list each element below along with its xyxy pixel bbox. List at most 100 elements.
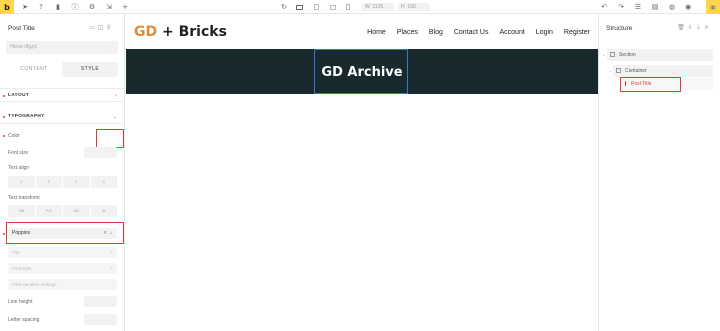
chevron-down-icon: ⌄ xyxy=(112,114,117,120)
templates-icon[interactable]: ▤ xyxy=(651,3,659,11)
nav-blog[interactable]: Blog xyxy=(429,29,443,36)
height-value: 100 xyxy=(407,4,416,10)
chevron-down-icon: ⌄ xyxy=(109,266,113,271)
mobile-icon[interactable] xyxy=(346,4,350,10)
site-logo[interactable]: GD + Bricks xyxy=(134,24,227,40)
container-icon xyxy=(616,68,621,73)
font-size-input[interactable] xyxy=(84,147,117,158)
font-style-select[interactable]: Font style ⌄ xyxy=(8,263,117,274)
tablet-portrait-icon[interactable] xyxy=(330,5,336,10)
color-highlight xyxy=(96,129,124,148)
tt-option[interactable]: a xyxy=(90,205,117,217)
structure-header-icons[interactable]: 🗑⇩⇣× xyxy=(677,24,712,31)
logo-text: + Bricks xyxy=(157,24,227,40)
font-weight-value: 700 xyxy=(12,250,20,255)
cursor-icon[interactable]: ➤ xyxy=(21,3,29,11)
undo-icon[interactable]: ↶ xyxy=(600,3,608,11)
info-icon[interactable]: ⓘ xyxy=(71,3,79,11)
bricks-logo[interactable]: b xyxy=(0,0,14,14)
settings-tabs: CONTENT STYLE xyxy=(6,62,118,77)
align-left-icon[interactable]: ≡ xyxy=(8,176,35,188)
post-title-element[interactable]: GD Archive xyxy=(314,49,408,94)
structure-title: Structure xyxy=(606,25,633,32)
modified-dot xyxy=(3,116,5,118)
caret-down-icon[interactable]: ⌄ xyxy=(602,52,605,57)
tab-style[interactable]: STYLE xyxy=(62,62,118,77)
font-style-value: Font style xyxy=(12,266,32,271)
modified-dot xyxy=(3,233,5,235)
section-layout[interactable]: LAYOUT › xyxy=(0,88,125,102)
redo-icon[interactable]: ↷ xyxy=(617,3,625,11)
structure-item-container[interactable]: Container xyxy=(613,65,713,77)
tt-option[interactable]: aa xyxy=(63,205,90,217)
help-icon[interactable]: ? xyxy=(37,3,45,11)
section-typography[interactable]: TYPOGRAPHY ⌄ xyxy=(0,110,125,124)
save-icon: ▣ xyxy=(710,4,716,11)
align-right-icon[interactable]: ≡ xyxy=(63,176,90,188)
chevron-right-icon: › xyxy=(114,93,117,99)
font-weight-select[interactable]: 700 ⌄ xyxy=(8,247,117,258)
site-nav: Home Places Blog Contact Us Account Logi… xyxy=(367,29,590,36)
nav-home[interactable]: Home xyxy=(367,29,386,36)
letter-spacing-input[interactable] xyxy=(84,314,117,325)
chevron-down-icon: ⌄ xyxy=(109,250,113,255)
structure-item-label: Container xyxy=(625,68,647,74)
layers-icon[interactable]: ☰ xyxy=(634,3,642,11)
caret-down-icon[interactable]: ⌄ xyxy=(609,68,612,73)
panel-header-icons[interactable]: ▭◫⚲ xyxy=(89,24,114,31)
logo-gd: GD xyxy=(134,24,158,40)
align-justify-icon[interactable]: ≡ xyxy=(90,176,117,188)
section-icon xyxy=(610,52,615,57)
line-height-input[interactable] xyxy=(84,296,117,307)
panel-title: Post Title xyxy=(8,25,35,32)
hero-section[interactable]: GD Archive xyxy=(126,49,598,94)
letter-spacing-label: Letter spacing xyxy=(8,317,40,323)
builder-toolbar: b ➤ ? ▮ ⓘ ⚙ ⇲ + ↻ W 1126 H 100 ↶ ↷ ☰ ▤ ◍… xyxy=(0,0,720,14)
nav-account[interactable]: Account xyxy=(499,29,524,36)
font-variation-input[interactable]: Font-variation-settings xyxy=(8,279,117,290)
structure-panel: Structure 🗑⇩⇣× ⌄ Section ⌄ Container Pos… xyxy=(598,14,720,331)
font-variation-placeholder: Font-variation-settings xyxy=(12,282,57,287)
nav-places[interactable]: Places xyxy=(397,29,418,36)
width-field[interactable]: W 1126 xyxy=(362,3,394,11)
section-typography-label: TYPOGRAPHY xyxy=(8,114,45,119)
tt-option[interactable]: Aa xyxy=(8,205,35,217)
modified-dot xyxy=(3,95,5,97)
modified-dot xyxy=(3,135,5,137)
plus-icon[interactable]: + xyxy=(121,3,129,11)
nav-register[interactable]: Register xyxy=(564,29,590,36)
save-button[interactable]: ▣ xyxy=(706,0,720,14)
element-settings-panel: Post Title ▭◫⚲ #brxe-dfgzjc CONTENT STYL… xyxy=(0,14,125,331)
text-transform-label: Text transform xyxy=(8,195,40,201)
text-align-label: Text align xyxy=(8,165,30,171)
width-label: W xyxy=(365,4,370,10)
builder-canvas[interactable]: GD + Bricks Home Places Blog Contact Us … xyxy=(126,14,598,331)
tablet-landscape-icon[interactable] xyxy=(314,4,319,10)
css-id-field[interactable]: #brxe-dfgzjc xyxy=(6,41,118,54)
section-layout-label: LAYOUT xyxy=(8,93,30,98)
wordpress-icon[interactable]: ◍ xyxy=(668,3,676,11)
tt-option[interactable]: AA xyxy=(35,205,62,217)
nav-contact[interactable]: Contact Us xyxy=(454,29,489,36)
height-label: H xyxy=(401,4,405,10)
post-title-highlight xyxy=(620,77,681,92)
text-transform-group: Aa AA aa a xyxy=(8,205,117,217)
post-title-text: GD Archive xyxy=(321,65,403,80)
export-icon[interactable]: ⇲ xyxy=(105,3,113,11)
height-field[interactable]: H 100 xyxy=(398,3,430,11)
structure-item-section[interactable]: Section xyxy=(607,49,713,61)
width-value: 1126 xyxy=(372,4,384,10)
structure-item-label: Section xyxy=(619,52,636,58)
color-label: Color xyxy=(8,133,20,139)
align-center-icon[interactable]: ≡ xyxy=(35,176,62,188)
font-size-label: Font size xyxy=(8,150,29,156)
font-family-highlight xyxy=(6,222,124,244)
nav-login[interactable]: Login xyxy=(536,29,553,36)
tab-content[interactable]: CONTENT xyxy=(6,62,62,77)
desktop-view-icon[interactable] xyxy=(296,5,303,10)
page-icon[interactable]: ▮ xyxy=(54,3,62,11)
text-align-group: ≡ ≡ ≡ ≡ xyxy=(8,176,117,188)
gear-icon[interactable]: ⚙ xyxy=(88,3,96,11)
refresh-icon[interactable]: ↻ xyxy=(280,3,288,11)
preview-eye-icon[interactable]: ◉ xyxy=(684,3,692,11)
